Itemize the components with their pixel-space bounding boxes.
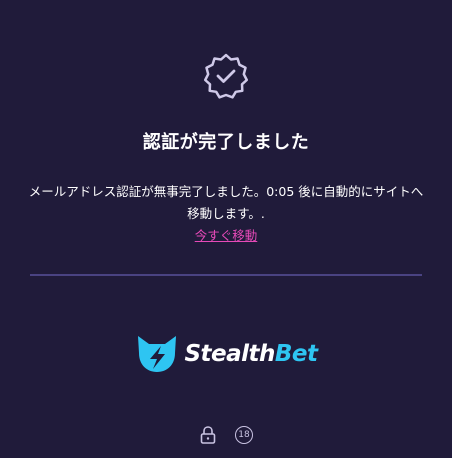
lock-icon [200,426,216,444]
age-18-icon: 18 [235,426,253,444]
logo-wordmark-accent: Bet [274,341,318,367]
age-label: 18 [238,430,250,440]
logo-wordmark-main: Stealth [184,341,275,367]
divider [30,274,422,276]
verification-message: メールアドレス認証が無事完了しました。0:05 後に自動的にサイトへ移動します。… [28,184,424,221]
page-title: 認証が完了しました [142,132,310,153]
stealthbet-logo: StealthBet [0,334,452,374]
move-now-link[interactable]: 今すぐ移動 [195,228,258,243]
verified-badge [0,52,452,100]
cat-lightning-logo-icon [138,336,177,372]
verification-page: 認証が完了しました メールアドレス認証が無事完了しました。0:05 後に自動的に… [0,0,452,458]
footer-icons: 18 [0,425,452,445]
verified-badge-icon [203,53,249,99]
move-now-container: 今すぐ移動 [0,225,452,244]
logo-wordmark: StealthBet [184,341,318,367]
